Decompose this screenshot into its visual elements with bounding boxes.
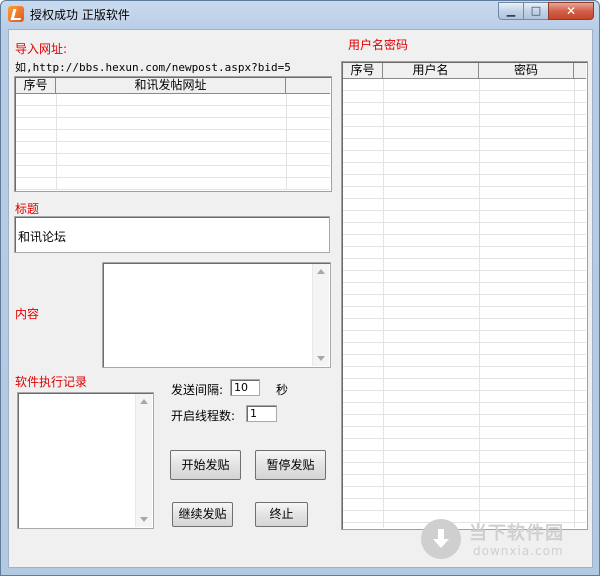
column-header-url[interactable]: 和讯发帖网址 [56, 78, 286, 93]
minimize-button[interactable]: ▁ [498, 2, 524, 20]
content-textarea[interactable] [102, 262, 331, 368]
window-title: 授权成功 正版软件 [30, 8, 130, 22]
title-label: 标题 [15, 202, 40, 216]
client-area: 导入网址: 如,http://bbs.hexun.com/newpost.asp… [8, 29, 593, 568]
interval-input[interactable]: 10 [230, 379, 260, 396]
scroll-down-icon[interactable] [140, 517, 148, 522]
column-divider [479, 79, 480, 528]
column-header-username[interactable]: 用户名 [383, 63, 479, 78]
interval-label: 发送间隔: [171, 383, 224, 397]
accounts-label: 用户名密码 [348, 38, 409, 52]
scroll-down-icon[interactable] [317, 356, 325, 361]
url-table[interactable]: 序号 和讯发帖网址 [14, 76, 332, 192]
content-label: 内容 [15, 307, 40, 321]
watermark-domain: downxia.com [473, 544, 564, 558]
column-header-password[interactable]: 密码 [479, 63, 574, 78]
site-watermark: 当下软件园 downxia.com [421, 517, 591, 563]
accounts-table[interactable]: 序号 用户名 密码 [341, 61, 588, 530]
column-divider [574, 79, 575, 528]
column-divider [56, 94, 57, 190]
import-url-example: 如,http://bbs.hexun.com/newpost.aspx?bid=… [15, 61, 291, 74]
column-header-index[interactable]: 序号 [16, 78, 56, 93]
url-table-header: 序号 和讯发帖网址 [16, 78, 330, 94]
app-icon [8, 6, 24, 22]
column-header-blank[interactable] [574, 63, 586, 78]
log-scrollbar[interactable] [135, 394, 152, 527]
column-divider [286, 94, 287, 190]
column-header-blank[interactable] [286, 78, 330, 93]
stop-button[interactable]: 终止 [255, 502, 308, 527]
main-window: 授权成功 正版软件 ▁ □ ✕ 导入网址: 如,http://bbs.hexun… [0, 0, 600, 576]
pause-post-button[interactable]: 暂停发贴 [255, 450, 326, 480]
close-button[interactable]: ✕ [548, 2, 594, 20]
accounts-table-rows [343, 79, 586, 528]
start-post-button[interactable]: 开始发贴 [170, 450, 241, 480]
scroll-up-icon[interactable] [140, 399, 148, 404]
log-label: 软件执行记录 [15, 375, 88, 389]
log-textarea[interactable] [17, 392, 154, 529]
scroll-up-icon[interactable] [317, 269, 325, 274]
column-header-index[interactable]: 序号 [343, 63, 383, 78]
watermark-name: 当下软件园 [469, 523, 564, 544]
resume-post-button[interactable]: 继续发贴 [172, 502, 233, 527]
url-table-rows [16, 94, 330, 190]
column-divider [383, 79, 384, 528]
download-arrow-icon [421, 519, 461, 559]
content-scrollbar[interactable] [312, 264, 329, 366]
maximize-button[interactable]: □ [523, 2, 549, 20]
interval-unit: 秒 [276, 383, 289, 397]
import-url-label: 导入网址: [15, 42, 68, 56]
threads-input[interactable]: 1 [246, 405, 277, 422]
title-bar[interactable]: 授权成功 正版软件 ▁ □ ✕ [1, 1, 599, 27]
title-input-value: 和讯论坛 [18, 230, 67, 244]
accounts-table-header: 序号 用户名 密码 [343, 63, 586, 79]
title-input[interactable]: 和讯论坛 [14, 216, 330, 253]
threads-label: 开启线程数: [171, 409, 236, 423]
